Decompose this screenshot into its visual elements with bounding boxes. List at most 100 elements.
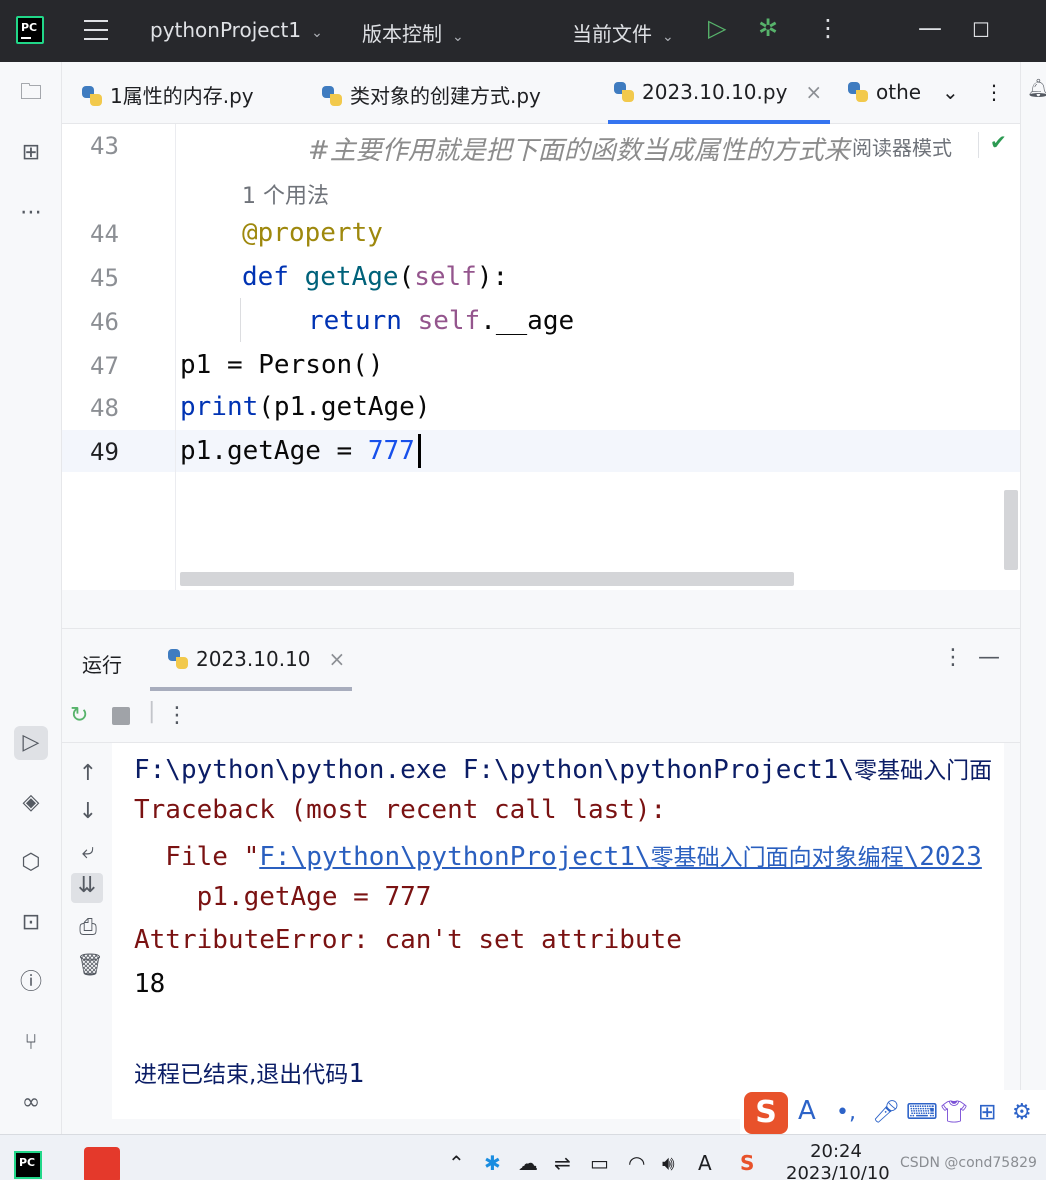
line-number: 46 <box>90 308 119 336</box>
volume-icon[interactable]: 🔊︎ <box>662 1151 675 1175</box>
more-vertical-icon[interactable]: ⋮ <box>166 703 188 728</box>
run-tool-icon[interactable]: ▷ <box>14 726 48 760</box>
tab-4[interactable]: othe <box>848 80 921 104</box>
more-vertical-icon[interactable]: ⋮ <box>816 14 840 42</box>
reader-mode-button[interactable]: 阅读器模式 <box>852 132 952 161</box>
clock-date: 2023/10/10 <box>786 1163 890 1180</box>
file-link[interactable]: F:\python\pythonProject1\零基础入门面向对象编程\202… <box>259 842 982 872</box>
git-icon[interactable]: ⑂ <box>14 1026 48 1060</box>
console-output[interactable]: F:\python\python.exe F:\python\pythonPro… <box>112 743 1004 1119</box>
run-config-label: 当前文件 <box>572 22 652 46</box>
print-icon[interactable]: ⎙ <box>76 915 100 940</box>
tab-3-active[interactable]: 2023.10.10.py × <box>614 80 822 104</box>
panel-options-icon[interactable]: ⋮ <box>942 645 964 670</box>
rerun-icon[interactable]: ↻ <box>70 703 88 728</box>
run-icon[interactable]: ▷ <box>708 14 726 42</box>
paren: ): <box>476 262 509 292</box>
trash-icon[interactable]: 🗑︎ <box>76 953 104 978</box>
tray-app-icon[interactable]: ✱ <box>484 1151 501 1175</box>
console-side-toolbar: ↑ ↓ ⤶ ⇊ ⎙ 🗑︎ <box>62 743 112 1135</box>
check-icon[interactable]: ✔ <box>990 130 1007 154</box>
run-tab[interactable]: 2023.10.10 × <box>168 647 345 671</box>
code-text: .__age <box>480 306 575 336</box>
run-config-selector[interactable]: 当前文件 ⌄ <box>572 18 674 47</box>
settings-tray-icon[interactable]: ⇌ <box>554 1151 571 1175</box>
sogou-logo-icon[interactable]: S <box>744 1092 788 1134</box>
arrow-down-icon[interactable]: ↓ <box>76 799 100 824</box>
battery-icon[interactable]: ▭ <box>590 1151 609 1175</box>
console-line-error: AttributeError: can't set attribute <box>134 925 682 955</box>
usage-hint[interactable]: 1 个用法 <box>242 178 329 210</box>
watermark: CSDN @cond75829 <box>900 1155 1037 1171</box>
main-menu-icon[interactable] <box>84 20 108 40</box>
punctuation-icon[interactable]: •, <box>836 1100 856 1125</box>
debug-icon[interactable]: ✲ <box>758 14 778 42</box>
structure-icon[interactable]: ⊞ <box>14 136 48 170</box>
maximize-icon[interactable]: ☐ <box>972 18 990 42</box>
chevron-down-icon: ⌄ <box>662 29 674 45</box>
more-horizontal-icon[interactable]: ⋯ <box>14 196 48 230</box>
cloud-icon[interactable]: ☁ <box>518 1151 538 1175</box>
close-tab-icon[interactable]: × <box>805 80 822 104</box>
terminal-icon[interactable]: ⊡ <box>14 906 48 940</box>
code-editor[interactable]: 43 #主要作用就是把下面的函数当成属性的方式来 阅读器模式 ✔ 1 个用法 4… <box>62 124 1020 590</box>
arrow-up-icon[interactable]: ↑ <box>76 761 100 786</box>
python-file-icon <box>322 86 342 106</box>
vcs-menu[interactable]: 版本控制 ⌄ <box>362 18 464 47</box>
console-line-exit: 进程已结束,退出代码1 <box>134 1055 364 1089</box>
code-line-47: p1 = Person() <box>180 350 384 380</box>
line-number: 47 <box>90 352 119 380</box>
tab-label: 2023.10.10.py <box>642 80 788 104</box>
pycharm-taskbar-icon[interactable]: PC <box>14 1151 42 1179</box>
close-run-tab-icon[interactable]: × <box>329 647 346 671</box>
console-line-source: p1.getAge = 777 <box>134 882 432 912</box>
ime-settings-icon[interactable]: ⚙ <box>1012 1100 1032 1125</box>
font-icon[interactable]: A <box>698 1151 712 1175</box>
wifi-icon[interactable]: ◠ <box>628 1151 645 1175</box>
python-console-icon[interactable]: ∞ <box>14 1086 48 1120</box>
left-tool-strip: 🗀 ⊞ ⋯ ▷ ◈ ⬡ ⊡ ⓘ ⑂ ∞ <box>0 62 62 1134</box>
services-icon[interactable]: ⬡ <box>14 846 48 880</box>
minimize-icon[interactable]: — <box>918 14 942 42</box>
clock[interactable]: 20:24 2023/10/10 <box>786 1141 890 1180</box>
horizontal-scrollbar[interactable] <box>180 572 794 586</box>
ime-mode-icon[interactable]: A <box>798 1096 816 1126</box>
line-number: 45 <box>90 264 119 292</box>
project-selector[interactable]: pythonProject1 ⌄ <box>150 18 323 42</box>
stop-icon[interactable] <box>112 707 130 725</box>
keyword: def <box>242 262 289 292</box>
problems-icon[interactable]: ⓘ <box>14 966 48 1000</box>
microphone-icon[interactable]: 🎤︎ <box>872 1100 900 1125</box>
tab-2[interactable]: 类对象的创建方式.py <box>322 80 541 109</box>
tray-expand-icon[interactable]: ⌃ <box>448 1151 465 1175</box>
self-ref: self <box>417 306 481 336</box>
tabs-more-icon[interactable]: ⋮ <box>984 80 1004 104</box>
app-taskbar-icon[interactable] <box>84 1147 120 1180</box>
builtin-print: print <box>180 392 259 422</box>
keyboard-icon[interactable]: ⌨ <box>906 1100 938 1125</box>
keyword: return <box>308 306 402 336</box>
tab-1[interactable]: 1属性的内存.py <box>82 80 254 109</box>
skin-icon[interactable]: 👕︎ <box>940 1100 968 1125</box>
toolbox-icon[interactable]: ⊞ <box>978 1100 996 1125</box>
tab-label: 1属性的内存.py <box>110 84 254 108</box>
folder-icon[interactable]: 🗀 <box>14 76 48 110</box>
pycharm-logo-icon[interactable]: PC <box>16 16 44 44</box>
sogou-tray-icon[interactable]: S <box>740 1151 754 1175</box>
chevron-down-icon: ⌄ <box>452 29 464 45</box>
line-number: 49 <box>90 438 119 466</box>
run-panel: 运行 2023.10.10 × ⋮ — ↻ | ⋮ ↑ ↓ ⤶ ⇊ ⎙ 🗑︎ F:… <box>62 628 1020 1134</box>
scroll-to-end-icon[interactable]: ⇊ <box>71 873 103 903</box>
tabs-dropdown-icon[interactable]: ⌄ <box>942 80 959 104</box>
hide-panel-icon[interactable]: — <box>978 645 1000 670</box>
ime-toolbar: S A •, 🎤︎ ⌨ 👕︎ ⊞ ⚙ <box>740 1090 1046 1138</box>
vertical-scrollbar[interactable] <box>1004 490 1018 570</box>
divider: | <box>148 699 156 724</box>
run-tab-label: 2023.10.10 <box>196 647 311 671</box>
layers-icon[interactable]: ◈ <box>14 786 48 820</box>
link-text: F:\python\pythonProject1\ <box>259 842 651 872</box>
soft-wrap-icon[interactable]: ⤶ <box>76 839 100 864</box>
line-number: 44 <box>90 220 119 248</box>
notifications-icon[interactable]: 🔔︎ <box>1027 78 1046 99</box>
project-name: pythonProject1 <box>150 18 302 42</box>
